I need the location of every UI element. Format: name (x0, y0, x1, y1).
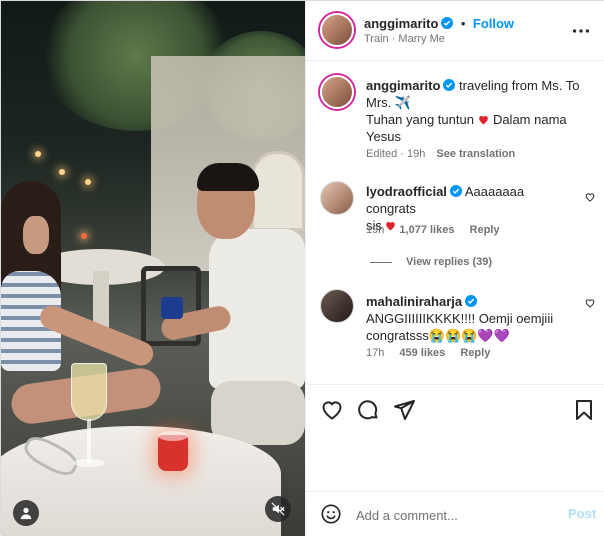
like-comment-heart-icon[interactable] (584, 297, 596, 309)
like-comment-heart-icon[interactable] (584, 191, 596, 203)
man-hair (197, 163, 259, 191)
author-avatar[interactable] (320, 13, 354, 47)
user-icon (20, 507, 32, 520)
comment-line-1: ANGGIIIIIIKKKK!!!! Oemji oemjiii (366, 311, 554, 326)
replies-line (370, 261, 392, 263)
verified-badge-icon (443, 79, 456, 91)
caption-line-2: Mrs. ✈️ (366, 95, 412, 110)
caption-line-4: Yesus (366, 129, 401, 144)
woman-face (23, 216, 49, 254)
comment-username[interactable]: mahaliniraharja (366, 294, 462, 309)
reply-button[interactable]: Reply (470, 224, 500, 236)
caption-meta-row: Edited · 19h See translation (366, 148, 515, 160)
verified-badge-icon (449, 185, 462, 197)
author-row: anggimarito • Follow (364, 15, 514, 33)
more-horizontal-icon[interactable] (570, 20, 592, 42)
comments-list[interactable]: anggimarito traveling from Ms. To Mrs. ✈… (306, 61, 604, 383)
caption-username[interactable]: anggimarito (366, 78, 440, 93)
wine-glass-base (73, 459, 105, 467)
comment-input[interactable] (356, 505, 546, 525)
ring-box (161, 297, 183, 319)
comment-likes[interactable]: 459 likes (399, 347, 445, 359)
wine-glass-stem (87, 419, 91, 463)
separator-dot: • (460, 16, 466, 31)
view-replies-label: View replies (39) (406, 256, 493, 268)
post-comment-button[interactable]: Post (568, 506, 596, 521)
share-paper-plane-icon[interactable] (392, 398, 416, 422)
caption-timestamp: Edited · 19h (366, 148, 426, 160)
post-header: anggimarito • Follow Train · Marry Me (306, 1, 604, 61)
comment-time: 19h (366, 224, 385, 236)
arch-doorway (251, 151, 305, 231)
speaker-muted-icon (271, 502, 285, 516)
comment-meta-row: 17h 459 likes Reply (366, 347, 490, 359)
verified-badge-icon (441, 17, 454, 29)
mute-button[interactable] (265, 496, 291, 522)
comment-username[interactable]: lyodraofficial (366, 184, 447, 199)
post-video[interactable] (1, 1, 305, 536)
author-username[interactable]: anggimarito (364, 16, 438, 31)
like-heart-icon[interactable] (320, 398, 344, 422)
comment-time: 17h (366, 347, 385, 359)
comment-avatar[interactable] (320, 181, 354, 215)
see-translation-link[interactable]: See translation (436, 148, 515, 160)
comment-line-2: congratsss😭😭😭💜💜 (366, 328, 510, 343)
tagged-users-button[interactable] (13, 500, 39, 526)
audio-subtitle[interactable]: Train · Marry Me (364, 33, 445, 45)
caption-line-3: Tuhan yang tuntun (366, 112, 474, 127)
comment-bubble-icon[interactable] (356, 398, 380, 422)
post-dialog: anggimarito • Follow Train · Marry Me an… (0, 0, 604, 536)
caption-text: anggimarito traveling from Ms. To Mrs. ✈… (366, 77, 596, 145)
reply-button[interactable]: Reply (460, 347, 490, 359)
comment-text: mahaliniraharja ANGGIIIIIIKKKK!!!! Oemji… (366, 293, 576, 344)
string-light (35, 151, 41, 157)
post-sidebar: anggimarito • Follow Train · Marry Me an… (305, 1, 604, 536)
comment-likes[interactable]: 1,077 likes (399, 224, 454, 236)
caption-line-3b: Dalam nama (492, 112, 567, 127)
comment-avatar[interactable] (320, 289, 354, 323)
candle-top (158, 431, 188, 441)
action-bar (306, 384, 604, 494)
red-heart-icon (479, 115, 488, 125)
string-light (81, 233, 87, 239)
caption-line-1: traveling from Ms. To (459, 78, 580, 93)
verified-badge-icon (465, 295, 478, 307)
save-bookmark-icon[interactable] (572, 398, 596, 422)
wine-glass (71, 363, 107, 421)
comment-meta-row: 19h 1,077 likes Reply (366, 224, 500, 236)
add-comment-bar: Post (306, 491, 604, 536)
caption-avatar[interactable] (320, 75, 354, 109)
view-replies-button[interactable]: View replies (39) (370, 256, 492, 268)
emoji-smiley-icon[interactable] (320, 503, 342, 525)
follow-button[interactable]: Follow (473, 16, 514, 31)
string-light (59, 169, 65, 175)
string-light (85, 179, 91, 185)
